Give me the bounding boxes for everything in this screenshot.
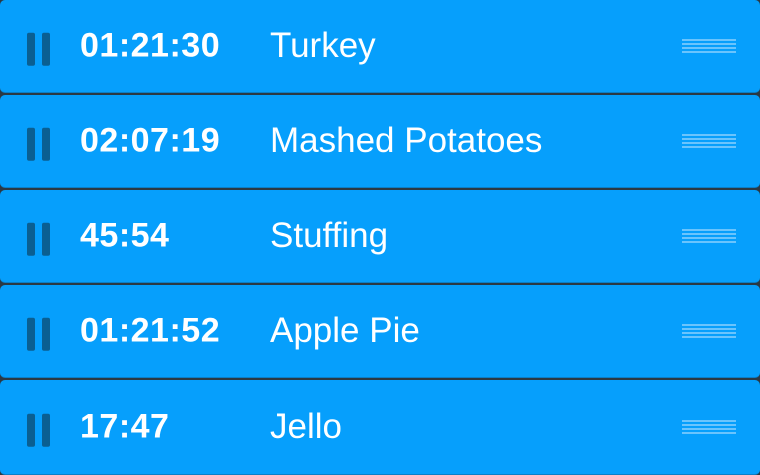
pause-icon[interactable] bbox=[27, 222, 51, 256]
drag-handle-icon[interactable] bbox=[682, 134, 736, 148]
timer-row-stuffing[interactable]: 45:54 Stuffing bbox=[0, 190, 760, 283]
timer-name: Apple Pie bbox=[270, 311, 420, 350]
drag-handle-icon[interactable] bbox=[682, 39, 736, 53]
timer-time: 01:21:52 bbox=[80, 311, 221, 350]
timer-row-jello[interactable]: 17:47 Jello bbox=[0, 380, 760, 475]
drag-handle-icon[interactable] bbox=[682, 324, 736, 338]
timer-name: Stuffing bbox=[270, 216, 389, 255]
timer-name: Turkey bbox=[270, 26, 376, 65]
timer-name: Mashed Potatoes bbox=[270, 121, 543, 160]
timer-time: 02:07:19 bbox=[80, 121, 221, 160]
drag-handle-icon[interactable] bbox=[682, 229, 736, 243]
pause-icon[interactable] bbox=[27, 413, 51, 447]
timer-time: 45:54 bbox=[80, 216, 170, 255]
timer-list: 01:21:30 Turkey 02:07:19 Mashed Potatoes… bbox=[0, 0, 760, 475]
timer-row-mashed-potatoes[interactable]: 02:07:19 Mashed Potatoes bbox=[0, 95, 760, 188]
pause-icon[interactable] bbox=[27, 317, 51, 351]
timer-row-apple-pie[interactable]: 01:21:52 Apple Pie bbox=[0, 285, 760, 378]
pause-icon[interactable] bbox=[27, 127, 51, 161]
timer-time: 17:47 bbox=[80, 407, 170, 446]
pause-icon[interactable] bbox=[27, 32, 51, 66]
timer-time: 01:21:30 bbox=[80, 26, 221, 65]
timer-name: Jello bbox=[270, 407, 342, 446]
timer-row-turkey[interactable]: 01:21:30 Turkey bbox=[0, 0, 760, 93]
drag-handle-icon[interactable] bbox=[682, 420, 736, 434]
